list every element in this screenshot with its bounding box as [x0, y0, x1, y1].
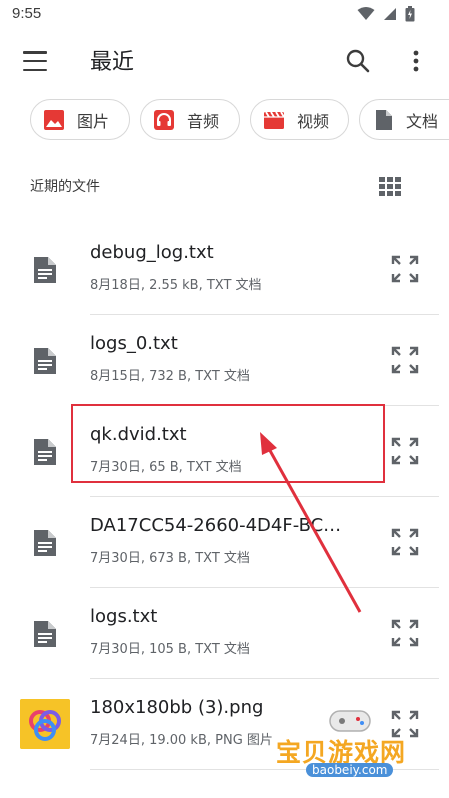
file-meta: 7月30日, 673 B, TXT 文档	[90, 551, 250, 566]
file-name: debug_log.txt	[90, 242, 214, 263]
file-row[interactable]: debug_log.txt 8月18日, 2.55 kB, TXT 文档	[0, 224, 449, 315]
status-time: 9:55	[12, 5, 42, 22]
file-name: 180x180bb (3).png	[90, 697, 264, 718]
filter-chips: 图片 音频 视频 文档	[30, 99, 449, 141]
text-file-icon	[34, 348, 56, 374]
image-icon	[44, 109, 64, 130]
image-thumbnail	[20, 699, 70, 749]
chip-audio[interactable]: 音频	[140, 99, 240, 140]
file-row[interactable]: DA17CC54-2660-4D4F-BC… 7月30日, 673 B, TXT…	[0, 497, 449, 588]
chip-documents[interactable]: 文档	[359, 99, 449, 140]
grid-view-icon[interactable]	[378, 174, 402, 198]
file-row[interactable]: logs.txt 7月30日, 105 B, TXT 文档	[0, 588, 449, 679]
file-name: logs_0.txt	[90, 333, 178, 354]
expand-icon[interactable]	[390, 618, 420, 648]
signal-icon	[384, 8, 396, 20]
section-title: 近期的文件	[30, 179, 100, 195]
status-bar: 9:55	[0, 0, 449, 32]
gamepad-icon	[329, 710, 371, 732]
highlight-box	[71, 404, 385, 483]
file-meta: 7月30日, 105 B, TXT 文档	[90, 642, 250, 657]
expand-icon[interactable]	[390, 345, 420, 375]
chip-images[interactable]: 图片	[30, 99, 130, 140]
battery-icon	[405, 6, 415, 22]
watermark: 宝贝游戏网 baobeiy.com	[276, 705, 426, 795]
section-header: 近期的文件	[30, 176, 410, 200]
file-meta: 7月24日, 19.00 kB, PNG 图片	[90, 733, 273, 748]
expand-icon[interactable]	[390, 527, 420, 557]
chip-label: 图片	[77, 111, 110, 131]
headphones-icon	[154, 109, 174, 130]
chip-label: 文档	[406, 111, 439, 131]
page-title: 最近	[90, 50, 135, 75]
file-name: DA17CC54-2660-4D4F-BC…	[90, 515, 342, 536]
text-file-icon	[34, 530, 56, 556]
text-file-icon	[34, 257, 56, 283]
expand-icon[interactable]	[390, 436, 420, 466]
movie-icon	[264, 111, 285, 129]
wifi-icon	[357, 7, 375, 20]
menu-icon[interactable]	[20, 48, 50, 74]
search-icon[interactable]	[343, 46, 373, 76]
watermark-url: baobeiy.com	[306, 763, 394, 777]
file-name: logs.txt	[90, 606, 158, 627]
file-meta: 8月18日, 2.55 kB, TXT 文档	[90, 278, 262, 293]
expand-icon[interactable]	[390, 254, 420, 284]
file-meta: 8月15日, 732 B, TXT 文档	[90, 369, 250, 384]
text-file-icon	[34, 621, 56, 647]
file-row[interactable]: logs_0.txt 8月15日, 732 B, TXT 文档	[0, 315, 449, 406]
more-vert-icon[interactable]	[404, 46, 428, 76]
chip-videos[interactable]: 视频	[250, 99, 349, 140]
chip-label: 音频	[187, 111, 220, 131]
text-file-icon	[34, 439, 56, 465]
document-icon	[376, 109, 392, 130]
status-icons	[357, 6, 415, 22]
chip-label: 视频	[297, 111, 330, 131]
app-bar: 最近	[0, 32, 449, 90]
